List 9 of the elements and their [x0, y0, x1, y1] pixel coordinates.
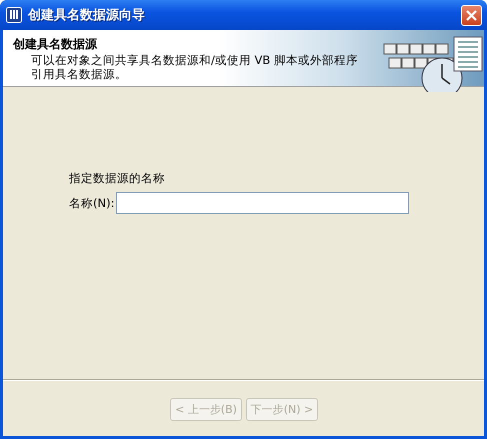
close-button[interactable] [461, 4, 482, 26]
instruction-text: 指定数据源的名称 [69, 171, 166, 186]
app-icon [6, 7, 22, 23]
name-label: 名称(N): [69, 196, 114, 210]
header-description: 可以在对象之间共享具名数据源和/或使用 VB 脚本或外部程序引用具名数据源。 [30, 53, 359, 81]
close-icon [466, 10, 477, 20]
name-input[interactable] [116, 192, 410, 214]
window-title: 创建具名数据源向导 [28, 7, 146, 24]
header-title: 创建具名数据源 [13, 36, 98, 53]
